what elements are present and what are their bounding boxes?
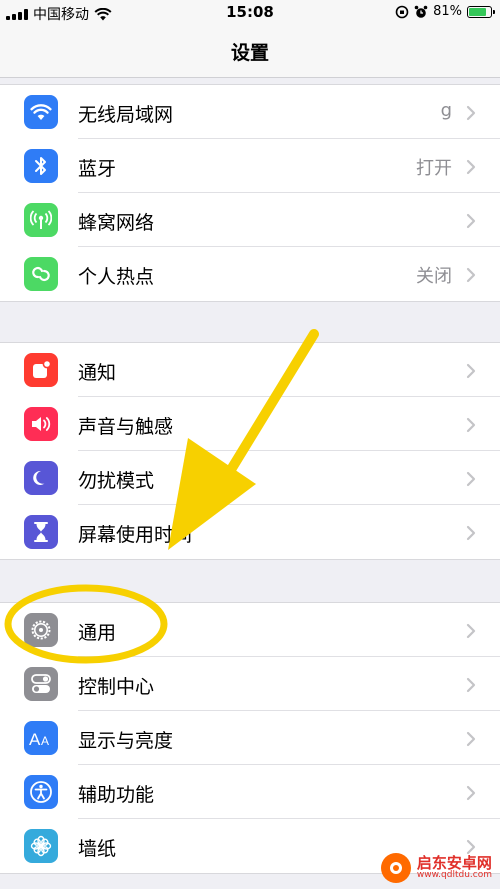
alarm-icon bbox=[414, 5, 428, 18]
bluetooth-icon bbox=[24, 149, 58, 183]
page-title: 设置 bbox=[230, 42, 269, 64]
status-right: 81% bbox=[395, 4, 495, 19]
settings-row-value: g bbox=[440, 100, 452, 121]
settings-group-general: 通用控制中心 A A 显示与亮度辅助功能墙纸 bbox=[0, 602, 500, 874]
svg-text:A: A bbox=[29, 730, 41, 748]
sound-icon bbox=[24, 407, 58, 441]
chevron-right-icon bbox=[466, 105, 476, 125]
settings-row-label: 辅助功能 bbox=[78, 784, 155, 806]
settings-row-label: 蜂窝网络 bbox=[78, 212, 155, 234]
chevron-right-icon bbox=[466, 525, 476, 545]
settings-row-value: 打开 bbox=[416, 158, 452, 179]
chevron-right-icon bbox=[466, 731, 476, 751]
moon-icon bbox=[24, 461, 58, 495]
settings-row-label: 声音与触感 bbox=[78, 416, 174, 438]
settings-group-connectivity: 无线局域网 g 蓝牙 打开蜂窝网络个人热点 关闭 bbox=[0, 84, 500, 302]
hotspot-icon bbox=[24, 257, 58, 291]
chevron-right-icon bbox=[466, 677, 476, 697]
settings-row-label: 墙纸 bbox=[78, 838, 117, 860]
chevron-right-icon bbox=[466, 471, 476, 491]
settings-row-label: 蓝牙 bbox=[78, 158, 117, 180]
accessibility-icon bbox=[24, 775, 58, 809]
svg-text:A: A bbox=[41, 734, 49, 748]
chevron-right-icon bbox=[466, 417, 476, 437]
settings-row-value: 关闭 bbox=[416, 266, 452, 287]
battery-percent: 81% bbox=[433, 4, 462, 19]
settings-row-label: 屏幕使用时间 bbox=[78, 524, 193, 546]
settings-row-label: 勿扰模式 bbox=[78, 470, 155, 492]
settings-row[interactable]: 通用 bbox=[0, 603, 500, 657]
wifi-icon bbox=[24, 95, 58, 129]
chevron-right-icon bbox=[466, 267, 476, 287]
settings-row-label: 显示与亮度 bbox=[78, 730, 174, 752]
watermark-logo-icon bbox=[380, 853, 411, 883]
settings-row-label: 无线局域网 bbox=[78, 104, 174, 126]
settings-row[interactable]: 蓝牙 打开 bbox=[0, 139, 500, 193]
toggle-icon bbox=[24, 667, 58, 701]
settings-row[interactable]: 辅助功能 bbox=[0, 765, 500, 819]
watermark-name: 启东安卓网 bbox=[416, 853, 492, 872]
settings-group-notifications: 通知声音与触感勿扰模式屏幕使用时间 bbox=[0, 342, 500, 560]
watermark-url: www.qdltdu.com bbox=[416, 870, 492, 881]
chevron-right-icon bbox=[466, 213, 476, 233]
battery-icon bbox=[467, 5, 495, 18]
settings-row[interactable]: 无线局域网 g bbox=[0, 85, 500, 139]
settings-row[interactable]: 勿扰模式 bbox=[0, 451, 500, 505]
orientation-lock-icon bbox=[395, 5, 409, 18]
chevron-right-icon bbox=[466, 785, 476, 805]
settings-row[interactable]: 控制中心 bbox=[0, 657, 500, 711]
settings-row[interactable]: 声音与触感 bbox=[0, 397, 500, 451]
chevron-right-icon bbox=[466, 363, 476, 383]
settings-row-label: 通用 bbox=[78, 622, 117, 644]
settings-row[interactable]: 屏幕使用时间 bbox=[0, 505, 500, 559]
settings-row-label: 通知 bbox=[78, 362, 117, 384]
notification-icon bbox=[24, 353, 58, 387]
chevron-right-icon bbox=[466, 159, 476, 179]
settings-row-label: 控制中心 bbox=[78, 676, 155, 698]
settings-row-label: 个人热点 bbox=[78, 266, 155, 288]
settings-row[interactable]: A A 显示与亮度 bbox=[0, 711, 500, 765]
settings-row[interactable]: 蜂窝网络 bbox=[0, 193, 500, 247]
text-size-icon: AA bbox=[24, 721, 58, 755]
gear-icon bbox=[24, 613, 58, 647]
navigation-bar: 设置 bbox=[0, 26, 500, 78]
settings-row[interactable]: 个人热点 关闭 bbox=[0, 247, 500, 301]
watermark: 启东安卓网 www.qdltdu.com bbox=[380, 853, 492, 883]
chevron-right-icon bbox=[466, 623, 476, 643]
cellular-icon bbox=[24, 203, 58, 237]
settings-row[interactable]: 通知 bbox=[0, 343, 500, 397]
flower-icon bbox=[24, 829, 58, 863]
status-bar: 中国移动 15:08 81% bbox=[0, 0, 500, 26]
hourglass-icon bbox=[24, 515, 58, 549]
